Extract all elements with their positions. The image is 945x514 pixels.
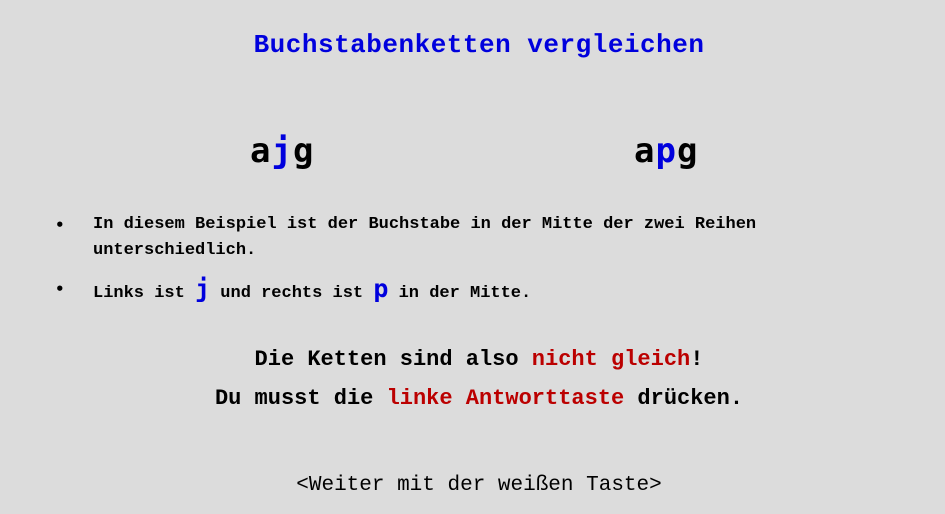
- conclusion-text: Die Ketten sind also: [254, 347, 519, 372]
- page-title: Buchstabenketten vergleichen: [253, 30, 705, 60]
- highlight-letter-left: j: [195, 274, 211, 303]
- conclusion-block: Die Ketten sind also nicht gleich! Du mu…: [0, 340, 945, 418]
- right-first-letter: a: [634, 131, 656, 171]
- left-first-letter: a: [250, 131, 272, 171]
- left-letter-string: ajg: [250, 128, 314, 174]
- explanation-list: • In diesem Beispiel ist der Buchstabe i…: [55, 212, 853, 319]
- right-letter-string: apg: [634, 128, 698, 174]
- bullet-icon: •: [55, 216, 65, 234]
- list-item: • In diesem Beispiel ist der Buchstabe i…: [55, 212, 853, 264]
- bullet-text-part: und rechts ist: [220, 284, 364, 303]
- highlight-letter-right: p: [373, 274, 389, 303]
- bullet-text: In diesem Beispiel ist der Buchstabe in …: [93, 215, 757, 260]
- conclusion-line-2: Du musst die linke Antworttaste drücken.: [0, 379, 945, 418]
- left-middle-letter: j: [271, 131, 293, 171]
- conclusion-line-1: Die Ketten sind also nicht gleich!: [0, 340, 945, 379]
- bullet-text-part: Links ist: [93, 284, 185, 303]
- answer-key-highlight: linke Antworttaste: [386, 386, 625, 411]
- right-middle-letter: p: [655, 131, 677, 171]
- conclusion-text: Du musst die: [214, 386, 374, 411]
- left-last-letter: g: [292, 131, 315, 171]
- list-item: • Links ist j und rechts ist p in der Mi…: [55, 276, 853, 307]
- bullet-icon: •: [55, 280, 65, 298]
- conclusion-text: drücken.: [637, 386, 744, 411]
- right-last-letter: g: [676, 131, 699, 171]
- conclusion-highlight: nicht gleich: [531, 347, 691, 372]
- bullet-text-part: in der Mitte.: [398, 284, 532, 303]
- conclusion-punctuation: !: [690, 347, 704, 372]
- continue-prompt: <Weiter mit der weißen Taste>: [296, 474, 662, 497]
